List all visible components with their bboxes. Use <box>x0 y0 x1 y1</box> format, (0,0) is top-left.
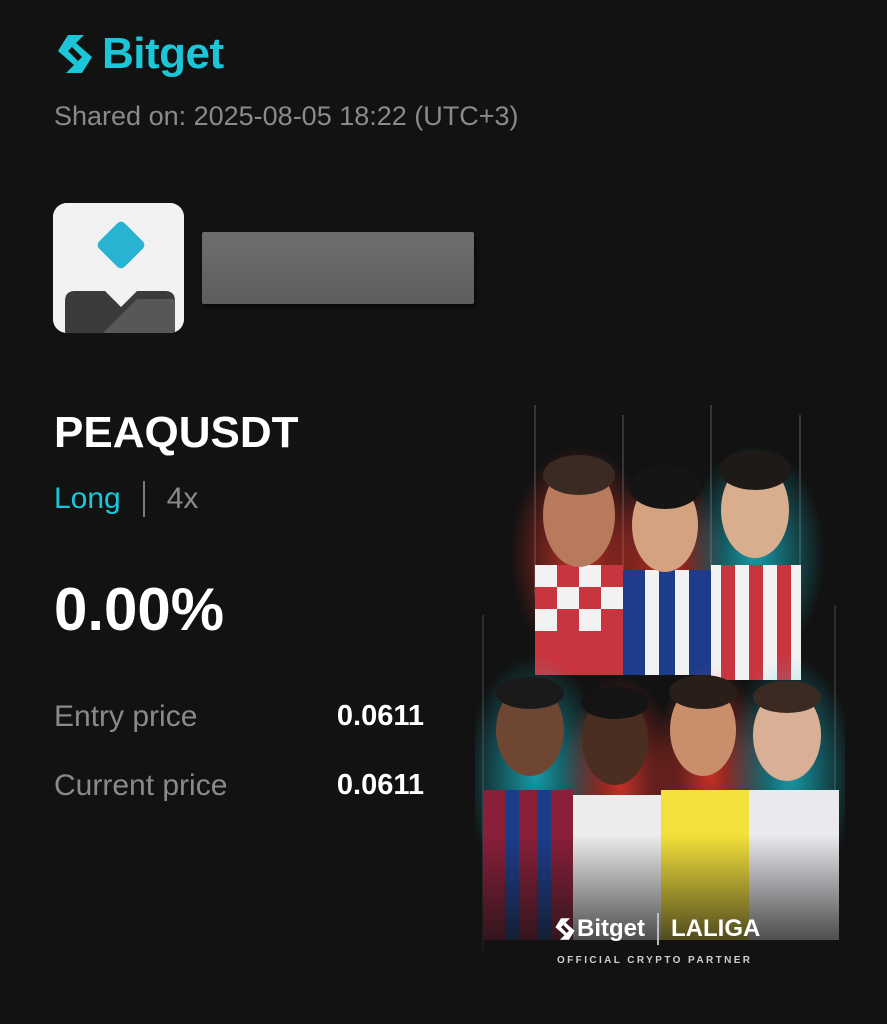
current-price-value: 0.0611 <box>336 769 424 801</box>
brand-name: Bitget <box>102 29 224 78</box>
promo-brand-name: Bitget <box>577 915 645 942</box>
entry-price-value: 0.0611 <box>336 700 424 732</box>
redaction-box <box>202 232 474 304</box>
share-card: Bitget Shared on: 2025-08-05 18:22 (UTC+… <box>0 0 887 1024</box>
leverage: 4x <box>166 482 199 515</box>
current-price-label: Current price <box>54 769 228 802</box>
promo-divider <box>657 913 659 945</box>
bitget-logo-icon <box>54 31 96 77</box>
divider <box>142 481 145 517</box>
shared-timestamp: Shared on: 2025-08-05 18:22 (UTC+3) <box>54 101 519 131</box>
entry-price-row: Entry price 0.0611 <box>54 700 424 734</box>
promo-partner: LALIGA <box>671 915 761 942</box>
laliga-players-artwork <box>475 405 845 980</box>
position-info: Long 4x <box>54 481 198 517</box>
promo-tagline: OFFICIAL CRYPTO PARTNER <box>557 955 753 966</box>
pnl-percent: 0.00% <box>54 576 225 643</box>
promo-bitget-logo-icon <box>553 916 577 942</box>
entry-price-label: Entry price <box>54 700 198 733</box>
current-price-row: Current price 0.0611 <box>54 769 424 803</box>
brand-header: Bitget <box>54 26 224 82</box>
avatar <box>53 203 184 333</box>
position-side: Long <box>54 482 121 515</box>
promo-brand: Bitget LALIGA <box>553 913 760 945</box>
default-avatar-icon <box>53 203 184 333</box>
trading-pair: PEAQUSDT <box>54 408 299 457</box>
laliga-promo-image: Bitget LALIGA OFFICIAL CRYPTO PARTNER <box>475 395 845 980</box>
